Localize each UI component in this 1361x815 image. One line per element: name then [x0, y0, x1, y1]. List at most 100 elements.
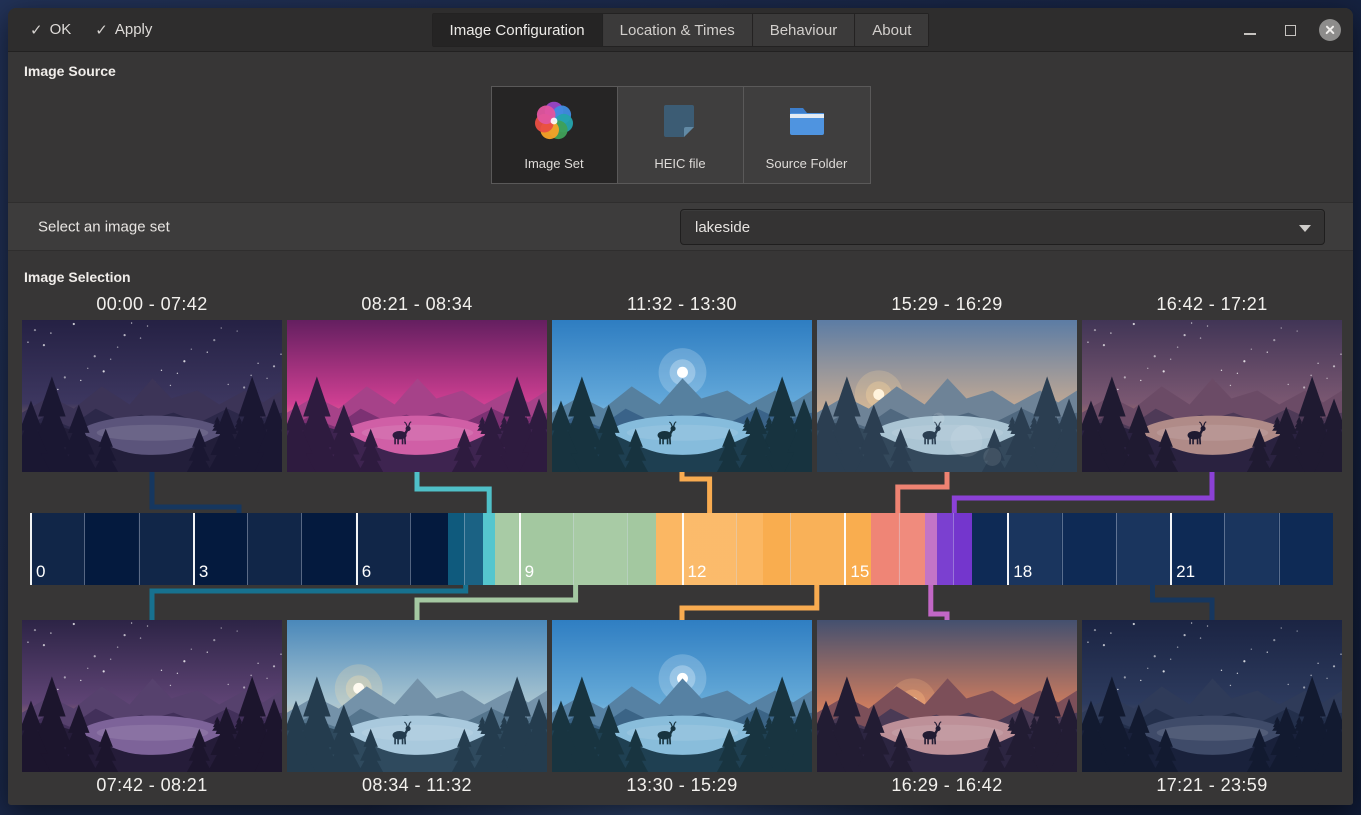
- top-thumbnails-row: [22, 320, 1347, 472]
- source-type-group: Image Set HEIC file Source Folder: [491, 86, 871, 184]
- timeline-hour-line: [1170, 513, 1172, 585]
- bottom-thumbnail-2[interactable]: [287, 620, 547, 772]
- timeline-hour-line: [790, 513, 791, 585]
- timeline-hour-line: [1062, 513, 1063, 585]
- bottom-thumbnail-4[interactable]: [817, 620, 1077, 772]
- image-set-dropdown-value: lakeside: [681, 219, 750, 236]
- top-thumbnail-5[interactable]: [1082, 320, 1342, 472]
- timeline-hour-line: [682, 513, 684, 585]
- source-option-heic-file[interactable]: HEIC file: [618, 87, 744, 183]
- apply-button[interactable]: ✓ Apply: [87, 15, 160, 45]
- connector-bottom-4: [931, 585, 947, 620]
- timeline-hour-line: [301, 513, 302, 585]
- timeline-hour-line: [1116, 513, 1117, 585]
- top-thumbnail-1[interactable]: [22, 320, 282, 472]
- connector-top-5: [954, 472, 1212, 513]
- image-set-row: Select an image set lakeside: [8, 202, 1353, 251]
- timeline-hour-label: 3: [199, 562, 208, 582]
- connector-top-4: [898, 472, 947, 513]
- timeline-hour-line: [627, 513, 628, 585]
- titlebar: ✓ OK ✓ Apply Image ConfigurationLocation…: [8, 8, 1353, 52]
- timeline-hour-line: [953, 513, 954, 585]
- timeline-hour-line: [247, 513, 248, 585]
- image-set-label: Select an image set: [38, 218, 170, 235]
- minimize-icon: [1244, 33, 1256, 35]
- top-thumbnail-3[interactable]: [552, 320, 812, 472]
- top-thumbnail-2[interactable]: [287, 320, 547, 472]
- close-button[interactable]: [1319, 19, 1341, 41]
- bottom-thumbnails-row: [22, 620, 1347, 772]
- time-range-label: 17:21 - 23:59: [1082, 775, 1342, 796]
- timeline-hour-label: 15: [850, 562, 869, 582]
- source-option-label: HEIC file: [654, 156, 705, 171]
- timeline-hour-line: [410, 513, 411, 585]
- day-timeline: 0 3 6 9 12 15 18 21: [30, 513, 1333, 585]
- app-window: ✓ OK ✓ Apply Image ConfigurationLocation…: [8, 8, 1353, 805]
- time-range-label: 11:32 - 13:30: [552, 294, 812, 315]
- tab-image-configuration[interactable]: Image Configuration: [433, 14, 603, 46]
- tab-location-times[interactable]: Location & Times: [603, 14, 753, 46]
- bottom-thumbnail-3[interactable]: [552, 620, 812, 772]
- time-range-label: 08:21 - 08:34: [287, 294, 547, 315]
- timeline-hour-line: [30, 513, 32, 585]
- timeline-hour-label: 18: [1013, 562, 1032, 582]
- maximize-icon: [1285, 25, 1296, 36]
- check-icon: ✓: [95, 21, 108, 39]
- folder-icon: [785, 99, 829, 148]
- time-range-label: 07:42 - 08:21: [22, 775, 282, 796]
- bottom-thumbnail-1[interactable]: [22, 620, 282, 772]
- titlebar-actions: ✓ OK ✓ Apply: [8, 15, 160, 45]
- ok-button[interactable]: ✓ OK: [22, 15, 79, 45]
- close-icon: [1319, 19, 1341, 41]
- ok-button-label: OK: [50, 21, 72, 38]
- timeline-hour-label: 9: [525, 562, 534, 582]
- time-range-label: 13:30 - 15:29: [552, 775, 812, 796]
- time-range-label: 08:34 - 11:32: [287, 775, 547, 796]
- connector-top-1: [152, 472, 239, 513]
- minimize-button[interactable]: [1239, 19, 1261, 41]
- timeline-hour-line: [736, 513, 737, 585]
- time-range-label: 15:29 - 16:29: [817, 294, 1077, 315]
- source-option-label: Source Folder: [766, 156, 848, 171]
- top-time-labels: 00:00 - 07:4208:21 - 08:3411:32 - 13:301…: [22, 294, 1347, 315]
- image-selection-header: Image Selection: [24, 269, 131, 285]
- source-option-image-set[interactable]: Image Set: [492, 87, 618, 183]
- timeline-hour-line: [139, 513, 140, 585]
- desktop-background: ✓ OK ✓ Apply Image ConfigurationLocation…: [0, 0, 1361, 815]
- timeline-hour-line: [356, 513, 358, 585]
- timeline-hour-line: [464, 513, 465, 585]
- content-area: Image Source Image Set HEIC file Source …: [8, 52, 1353, 804]
- connector-bottom-5: [1153, 585, 1213, 620]
- tab-about[interactable]: About: [855, 14, 928, 46]
- source-option-label: Image Set: [524, 156, 583, 171]
- time-range-label: 16:42 - 17:21: [1082, 294, 1342, 315]
- time-range-label: 16:29 - 16:42: [817, 775, 1077, 796]
- image-set-dropdown[interactable]: lakeside: [680, 209, 1325, 245]
- top-thumbnail-4[interactable]: [817, 320, 1077, 472]
- connector-bottom-3: [682, 585, 817, 620]
- time-range-label: 00:00 - 07:42: [22, 294, 282, 315]
- timeline-hour-label: 21: [1176, 562, 1195, 582]
- color-wheel-icon: [532, 99, 576, 148]
- tab-behaviour[interactable]: Behaviour: [753, 14, 856, 46]
- timeline-hour-label: 6: [362, 562, 371, 582]
- connector-top-3: [682, 472, 710, 513]
- check-icon: ✓: [30, 21, 43, 39]
- image-source-header: Image Source: [24, 63, 116, 79]
- timeline-hour-line: [519, 513, 521, 585]
- bottom-time-labels: 07:42 - 08:2108:34 - 11:3213:30 - 15:291…: [22, 775, 1347, 796]
- maximize-button[interactable]: [1279, 19, 1301, 41]
- window-controls: [1239, 8, 1341, 52]
- bottom-thumbnail-5[interactable]: [1082, 620, 1342, 772]
- timeline-hour-label: 12: [688, 562, 707, 582]
- timeline-hour-line: [193, 513, 195, 585]
- timeline-hour-line: [1279, 513, 1280, 585]
- heic-file-icon: [658, 99, 702, 148]
- chevron-down-icon: [1299, 225, 1311, 232]
- timeline-hour-line: [573, 513, 574, 585]
- timeline-hour-line: [844, 513, 846, 585]
- timeline-hour-line: [1224, 513, 1225, 585]
- source-option-source-folder[interactable]: Source Folder: [744, 87, 870, 183]
- timeline-hour-label: 0: [36, 562, 45, 582]
- timeline-hour-line: [899, 513, 900, 585]
